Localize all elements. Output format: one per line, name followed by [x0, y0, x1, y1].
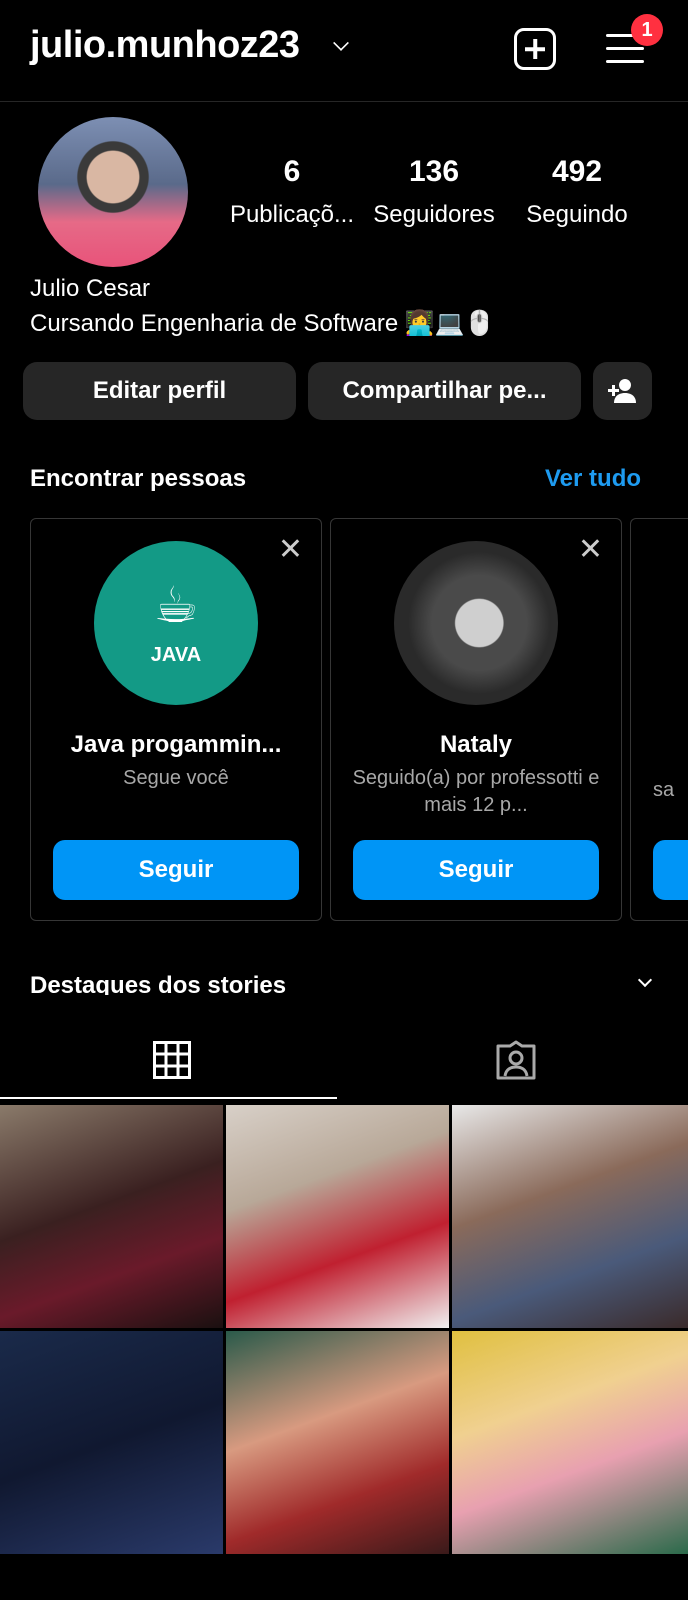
followers-count: 136	[408, 155, 460, 188]
profile-name: Julio Cesar	[30, 275, 151, 302]
see-all-link[interactable]: Ver tudo	[545, 465, 641, 493]
following-label: Seguindo	[526, 201, 628, 228]
add-person-button[interactable]	[593, 362, 652, 420]
dismiss-icon[interactable]: ✕	[278, 535, 303, 565]
post-thumbnail[interactable]	[226, 1331, 449, 1554]
following-count: 492	[551, 155, 603, 188]
header-divider	[0, 101, 688, 102]
suggestion-subtitle: sa	[653, 779, 675, 801]
suggestion-name: Nataly	[439, 731, 513, 758]
suggestion-card[interactable]: ✕ Nataly Seguido(a) por professotti e ma…	[330, 518, 622, 921]
share-profile-button[interactable]: Compartilhar pe...	[308, 362, 581, 420]
suggestion-subtitle: Segue você	[123, 767, 229, 789]
avatar-logo-text: JAVA	[150, 643, 202, 666]
edit-profile-button[interactable]: Editar perfil	[23, 362, 296, 420]
suggestion-avatar[interactable]: ☕ JAVA	[94, 541, 258, 705]
suggestions-title: Encontrar pessoas	[30, 465, 247, 492]
tagged-icon	[496, 1040, 536, 1080]
username-title[interactable]: julio.munhoz23	[30, 24, 300, 67]
profile-avatar[interactable]	[38, 117, 188, 267]
chevron-down-icon[interactable]	[637, 972, 653, 988]
post-thumbnail[interactable]	[0, 1105, 223, 1328]
add-person-icon	[607, 379, 636, 403]
active-tab-indicator	[0, 1097, 337, 1099]
posts-stat[interactable]: 6 Publicaçõ...	[222, 155, 362, 229]
notification-badge: 1	[631, 14, 663, 46]
followers-stat[interactable]: 136 Seguidores	[364, 155, 504, 229]
post-thumbnail[interactable]	[452, 1331, 688, 1554]
java-cup-icon: ☕	[153, 576, 199, 633]
post-thumbnail[interactable]	[226, 1105, 449, 1328]
follow-button[interactable]: Seguir	[353, 840, 599, 900]
tab-tagged[interactable]	[344, 1020, 688, 1100]
posts-label: Publicaçõ...	[229, 201, 355, 228]
following-stat[interactable]: 492 Seguindo	[507, 155, 647, 229]
posts-count: 6	[283, 155, 301, 188]
follow-button[interactable]: Seguir	[53, 840, 299, 900]
tab-posts-grid[interactable]	[0, 1020, 344, 1100]
post-thumbnail[interactable]	[0, 1331, 223, 1554]
followers-label: Seguidores	[373, 201, 495, 228]
suggestion-name: Java progammin...	[70, 731, 282, 758]
chevron-down-icon[interactable]	[333, 35, 349, 51]
create-post-icon[interactable]	[514, 28, 556, 70]
suggestion-card[interactable]: sa	[630, 518, 688, 921]
suggestion-card[interactable]: ✕ ☕ JAVA Java progammin... Segue você Se…	[30, 518, 322, 921]
grid-icon	[153, 1041, 191, 1079]
post-thumbnail[interactable]	[452, 1105, 688, 1328]
suggestion-subtitle: Seguido(a) por professotti e mais 12 p..…	[352, 767, 600, 816]
highlights-header[interactable]: Destaques dos stories	[0, 965, 688, 995]
dismiss-icon[interactable]: ✕	[578, 535, 603, 565]
suggestion-avatar[interactable]	[394, 541, 558, 705]
profile-bio: Cursando Engenharia de Software 👩‍💻💻🖱️	[30, 310, 495, 337]
highlights-title: Destaques dos stories	[30, 972, 287, 995]
follow-button[interactable]	[653, 840, 688, 900]
